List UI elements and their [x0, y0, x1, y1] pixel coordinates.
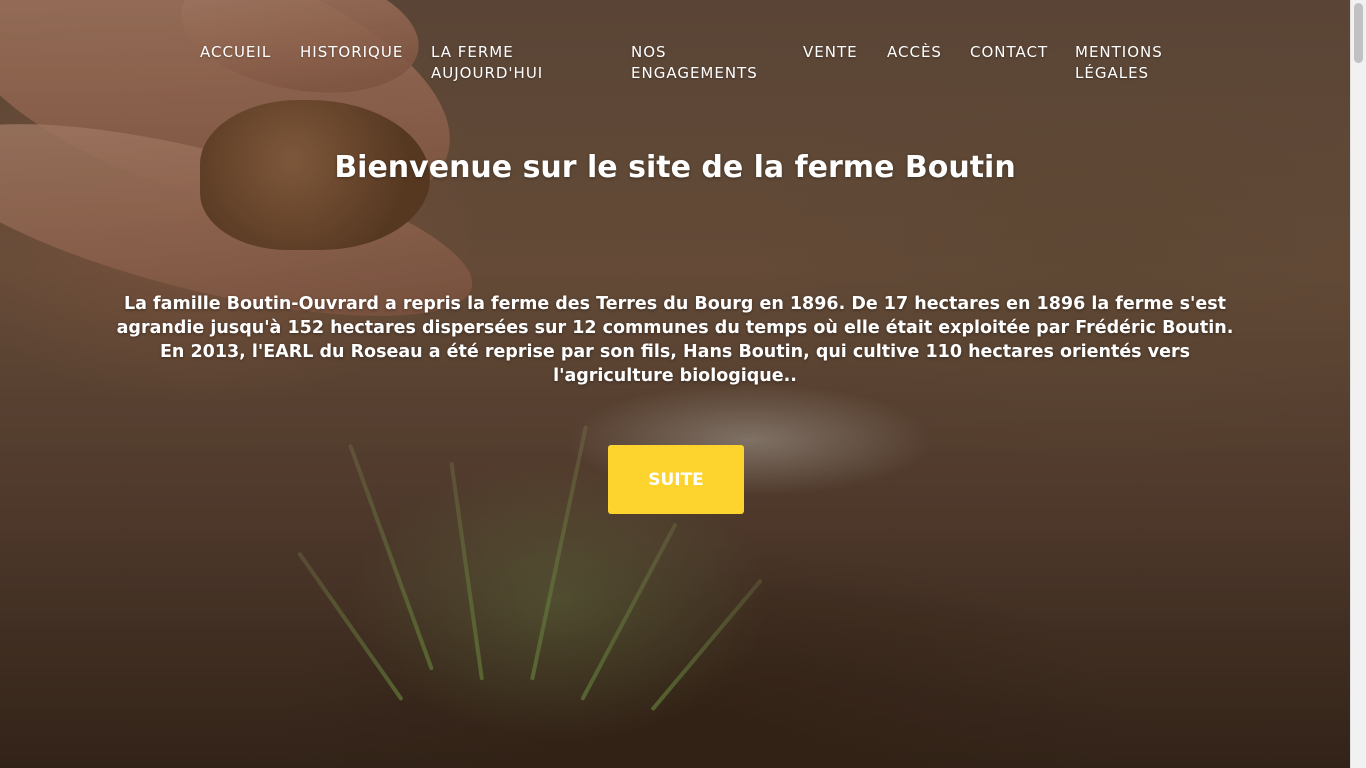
nav-item-nos-engagements[interactable]: NOS ENGAGEMENTS — [631, 42, 771, 84]
main-navigation: ACCUEIL HISTORIQUE LA FERME AUJOURD'HUI … — [0, 42, 1350, 102]
nav-item-mentions-legales[interactable]: MENTIONS LÉGALES — [1075, 42, 1185, 84]
hero-description: La famille Boutin-Ouvrard a repris la fe… — [116, 294, 1234, 386]
nav-item-la-ferme-aujourdhui[interactable]: LA FERME AUJOURD'HUI — [431, 42, 571, 84]
nav-item-contact[interactable]: CONTACT — [970, 42, 1048, 63]
nav-item-historique[interactable]: HISTORIQUE — [300, 42, 403, 63]
scrollbar-thumb[interactable] — [1354, 3, 1363, 63]
nav-item-vente[interactable]: VENTE — [803, 42, 858, 63]
hero-title: Bienvenue sur le site de la ferme Boutin — [334, 150, 1016, 185]
nav-item-acces[interactable]: ACCÈS — [887, 42, 942, 63]
vertical-scrollbar[interactable] — [1350, 0, 1366, 768]
suite-button[interactable]: SUITE — [608, 445, 744, 514]
nav-item-accueil[interactable]: ACCUEIL — [200, 42, 271, 63]
page: ACCUEIL HISTORIQUE LA FERME AUJOURD'HUI … — [0, 0, 1366, 768]
